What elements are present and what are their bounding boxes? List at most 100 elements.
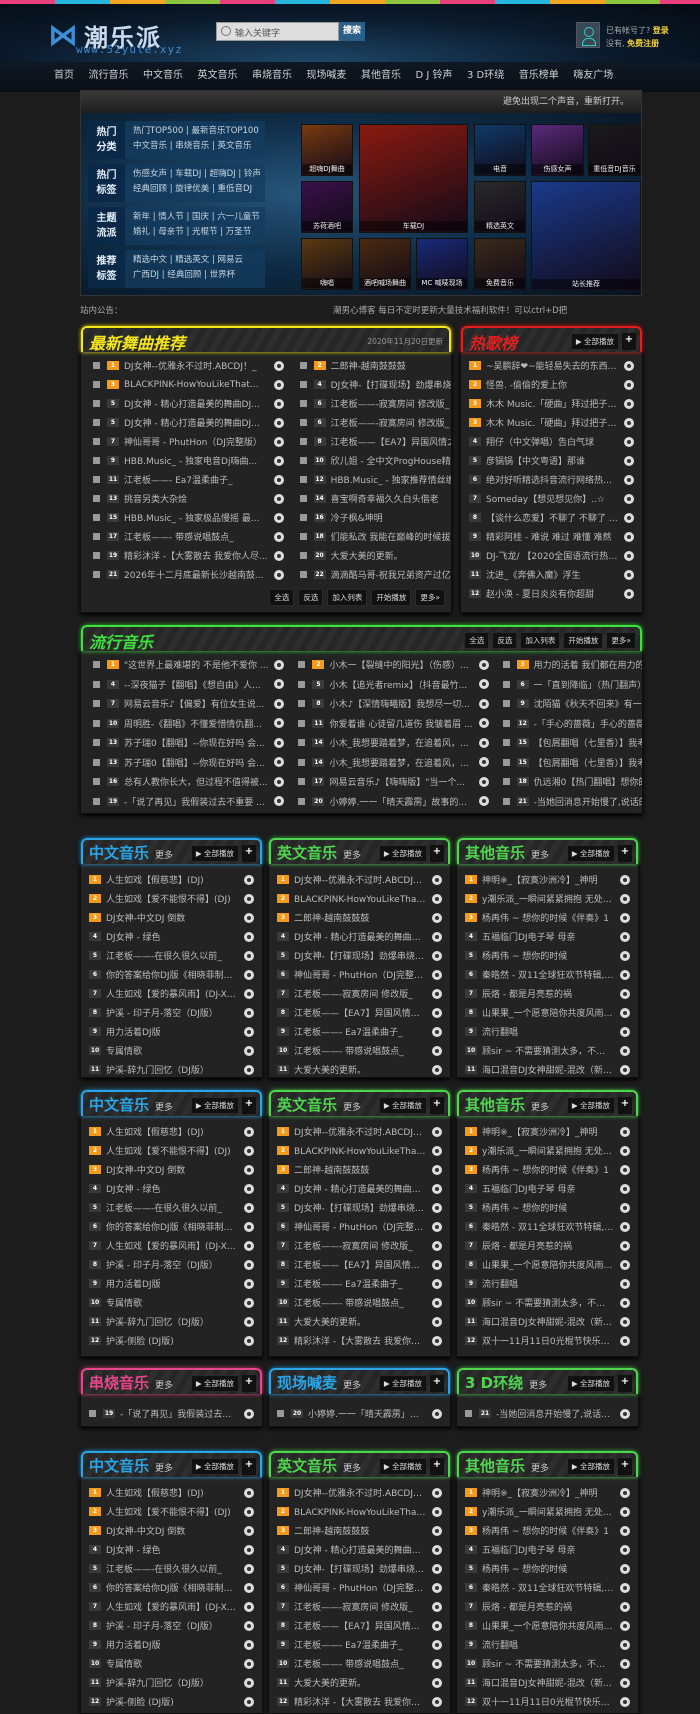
song-row[interactable]: 3 二郎神-越南鼓鼓鼓	[277, 1521, 442, 1540]
song-row[interactable]: 14 喜宝啊奇幸福久久白头偕老	[299, 489, 451, 508]
song-title[interactable]: 大爱大美的更新。	[294, 1676, 426, 1689]
song-title[interactable]: 用力活着DJ版	[106, 1025, 238, 1038]
song-row[interactable]: 18 们能私改 我能在巅峰的时候拔鸦...	[299, 527, 451, 546]
add-button[interactable]: +	[242, 1458, 256, 1475]
song-title[interactable]: 护溪 - 印子月-落空（DJ版）	[106, 1258, 238, 1271]
add-to-list-icon[interactable]	[478, 698, 489, 709]
add-to-list-icon[interactable]	[624, 436, 634, 447]
add-to-list-icon[interactable]	[274, 757, 285, 767]
song-row[interactable]: 9 沈陌猫《秋天不回来》有一把伞我...	[502, 694, 642, 713]
song-title[interactable]: DJ女神 - 绿色	[106, 930, 238, 943]
add-to-list-icon[interactable]	[432, 1525, 442, 1536]
song-title[interactable]: 江老板——-寂寞房间 修改版_	[331, 397, 451, 410]
song-title[interactable]: 赵小涣 - 夏日炎炎有你超甜	[486, 587, 618, 600]
song-row[interactable]: 6 秦皓然 - 双11全球狂欢节特辑,她说,谈...	[465, 1217, 630, 1236]
banner-tile[interactable]: 嗨唱	[301, 238, 353, 290]
song-title[interactable]: 护溪 - 印子月-落空（DJ版）	[106, 1619, 238, 1632]
song-title[interactable]: 流行翻唱	[482, 1025, 614, 1038]
song-row[interactable]: 1 DJ女神--优雅永不过时.ABCDJ！_	[277, 1483, 442, 1502]
song-title[interactable]: 用力的活着 我们都在用力的活着 ...	[534, 658, 642, 671]
panel-title[interactable]: 中文音乐 更多	[89, 842, 173, 863]
song-row[interactable]: 13 挑音另类大杂烩	[93, 489, 284, 508]
song-row[interactable]: 15 【包屑翻唱（七里香）】我考虑的...	[502, 733, 642, 752]
add-button[interactable]: +	[618, 1458, 632, 1475]
song-row[interactable]: 17 网易云音乐♪【嗨嗨版】"当一个...	[298, 772, 489, 791]
song-row[interactable]: 2 BLACKPINK-HowYouLikeThat你喜...	[277, 889, 442, 908]
nav-item[interactable]: 现场喊麦	[307, 62, 347, 92]
add-to-list-icon[interactable]	[624, 360, 634, 371]
add-to-list-icon[interactable]	[273, 455, 284, 466]
song-title[interactable]: DJ女神-中文DJ 倒数	[106, 1163, 238, 1176]
song-row[interactable]: 1 神明※_【寂寞沙洲冷】_神明	[465, 870, 630, 889]
song-title[interactable]: y潮乐派_一瞬间紧紧拥抱 无处可逃 一...	[482, 892, 614, 905]
song-title[interactable]: 杨再伟 ~ 想你的时候《伴奏》1	[482, 1163, 614, 1176]
add-to-list-icon[interactable]	[620, 1126, 630, 1137]
add-to-list-icon[interactable]	[244, 912, 254, 923]
add-to-list-icon[interactable]	[620, 1563, 630, 1574]
song-row[interactable]: 6 秦皓然 - 双11全球狂欢节特辑,她说,谈...	[465, 965, 630, 984]
add-to-list-icon[interactable]	[432, 893, 442, 904]
song-title[interactable]: 小木_我想要踏着梦，在追着风，...	[329, 756, 472, 769]
select-checkbox[interactable]	[298, 739, 306, 746]
song-title[interactable]: 你的答案给你DJ版《相晓菲制作》	[106, 1581, 238, 1594]
song-row[interactable]: 6 神仙哥哥 - PhutHon（DJ完整版）	[277, 1578, 442, 1597]
select-checkbox[interactable]	[299, 514, 307, 521]
add-button[interactable]: +	[430, 1458, 444, 1475]
song-row[interactable]: 4 五福临门DJ电子琴 母亲	[465, 1179, 630, 1198]
song-row[interactable]: 2 y潮乐派_一瞬间紧紧拥抱 无处可逃 一...	[465, 1141, 630, 1160]
select-checkbox[interactable]	[299, 362, 307, 369]
song-row[interactable]: 4 DJ女神 - 绿色	[89, 927, 254, 946]
song-title[interactable]: 二郎神-越南鼓鼓鼓	[294, 1163, 426, 1176]
add-to-list-icon[interactable]	[624, 550, 634, 561]
song-row[interactable]: 5 DJ女神 - 精心打造最美的舞曲DJ...	[93, 394, 284, 413]
song-row[interactable]: 15 HBB.Music_ - 独家极品慢摇 最...	[93, 508, 284, 527]
add-to-list-button[interactable]: 加入列表	[520, 632, 561, 649]
play-all-button[interactable]: ▶ 全部播放	[190, 1097, 239, 1114]
panel-title[interactable]: 热歌榜	[469, 330, 517, 354]
category-link-line[interactable]: 经典回顾 | 旋律优美 | 重低音DJ	[133, 182, 261, 197]
song-row[interactable]: 1 人生如戏【假慈悲】(DJ)	[89, 870, 254, 889]
song-title[interactable]: 们能私改 我能在巅峰的时候拔鸦...	[331, 530, 451, 543]
play-all-button[interactable]: ▶ 全部播放	[378, 845, 427, 862]
play-all-button[interactable]: ▶ 全部播放	[378, 1458, 427, 1475]
play-all-button[interactable]: ▶ 全部播放	[378, 1097, 427, 1114]
add-button[interactable]: +	[622, 333, 636, 350]
song-row[interactable]: 13 苏子瑞0【翻唱】--你现在好吗 会...	[93, 733, 285, 752]
song-title[interactable]: DJ女神 - 精心打造最美的舞曲DJ旋律...	[294, 930, 426, 943]
song-row[interactable]: 6 一「直到降临」（热门翻声）直到...	[502, 675, 642, 694]
add-to-list-icon[interactable]	[244, 1544, 254, 1555]
song-title[interactable]: 江老板——【EA7】异国风情之情上天_	[294, 1006, 426, 1019]
song-row[interactable]: 2 小木一【裂缝中的阳光】（伤感）...	[298, 655, 489, 674]
more-link[interactable]: 更多	[531, 851, 549, 861]
song-row[interactable]: 8 江老板——【EA7】异国风情之情...	[299, 432, 451, 451]
song-row[interactable]: 12 -「手心的蔷薇」手心的蔷薇 刺伤...	[502, 714, 642, 733]
banner-tile[interactable]: 酒吧喊场舞曲	[359, 238, 411, 290]
nav-item[interactable]: 嗨友广场	[573, 62, 613, 92]
song-title[interactable]: 江老板——- Ea7温柔曲子_	[294, 1638, 426, 1651]
song-title[interactable]: 二郎神-越南鼓鼓鼓	[294, 1524, 426, 1537]
song-title[interactable]: 护溪-辞九门回忆（DJ版）	[106, 1676, 238, 1689]
select-checkbox[interactable]	[465, 1410, 472, 1417]
song-row[interactable]: 4 DJ女神 - 绿色	[89, 1540, 254, 1559]
add-to-list-icon[interactable]	[620, 1145, 630, 1156]
add-to-list-icon[interactable]	[432, 1408, 442, 1419]
select-checkbox[interactable]	[299, 400, 307, 407]
add-to-list-icon[interactable]	[273, 417, 284, 428]
song-row[interactable]: 8 江老板——【EA7】异国风情之情上天_	[277, 1003, 442, 1022]
add-to-list-icon[interactable]	[478, 796, 489, 806]
add-to-list-icon[interactable]	[624, 588, 634, 599]
song-row[interactable]: 11 护溪-辞九门回忆（DJ版）	[89, 1312, 254, 1331]
add-to-list-icon[interactable]	[432, 1240, 442, 1251]
panel-title[interactable]: 英文音乐 更多	[277, 1455, 361, 1476]
song-row[interactable]: 1 DJ女神--优雅永不过时.ABCDJ！_	[93, 356, 284, 375]
add-to-list-icon[interactable]	[432, 1582, 442, 1593]
song-row[interactable]: 16 冷子枫&坤明	[299, 508, 451, 527]
add-to-list-icon[interactable]	[620, 1696, 630, 1707]
song-title[interactable]: 顾sir ~ 不需要猜测太多，不需要猜摩...	[482, 1657, 614, 1670]
add-to-list-icon[interactable]	[620, 1202, 630, 1213]
banner-tile[interactable]: 站长推荐	[531, 181, 641, 291]
song-title[interactable]: ~吴鹏辞❤~能轻易失去的东西确实该...	[486, 359, 618, 372]
song-row[interactable]: 10 江老板——- 带感说唱鼓点_	[277, 1041, 442, 1060]
song-row[interactable]: 6 神仙哥哥 - PhutHon（DJ完整版）	[277, 965, 442, 984]
song-title[interactable]: 五福临门DJ电子琴 母亲	[482, 1543, 614, 1556]
